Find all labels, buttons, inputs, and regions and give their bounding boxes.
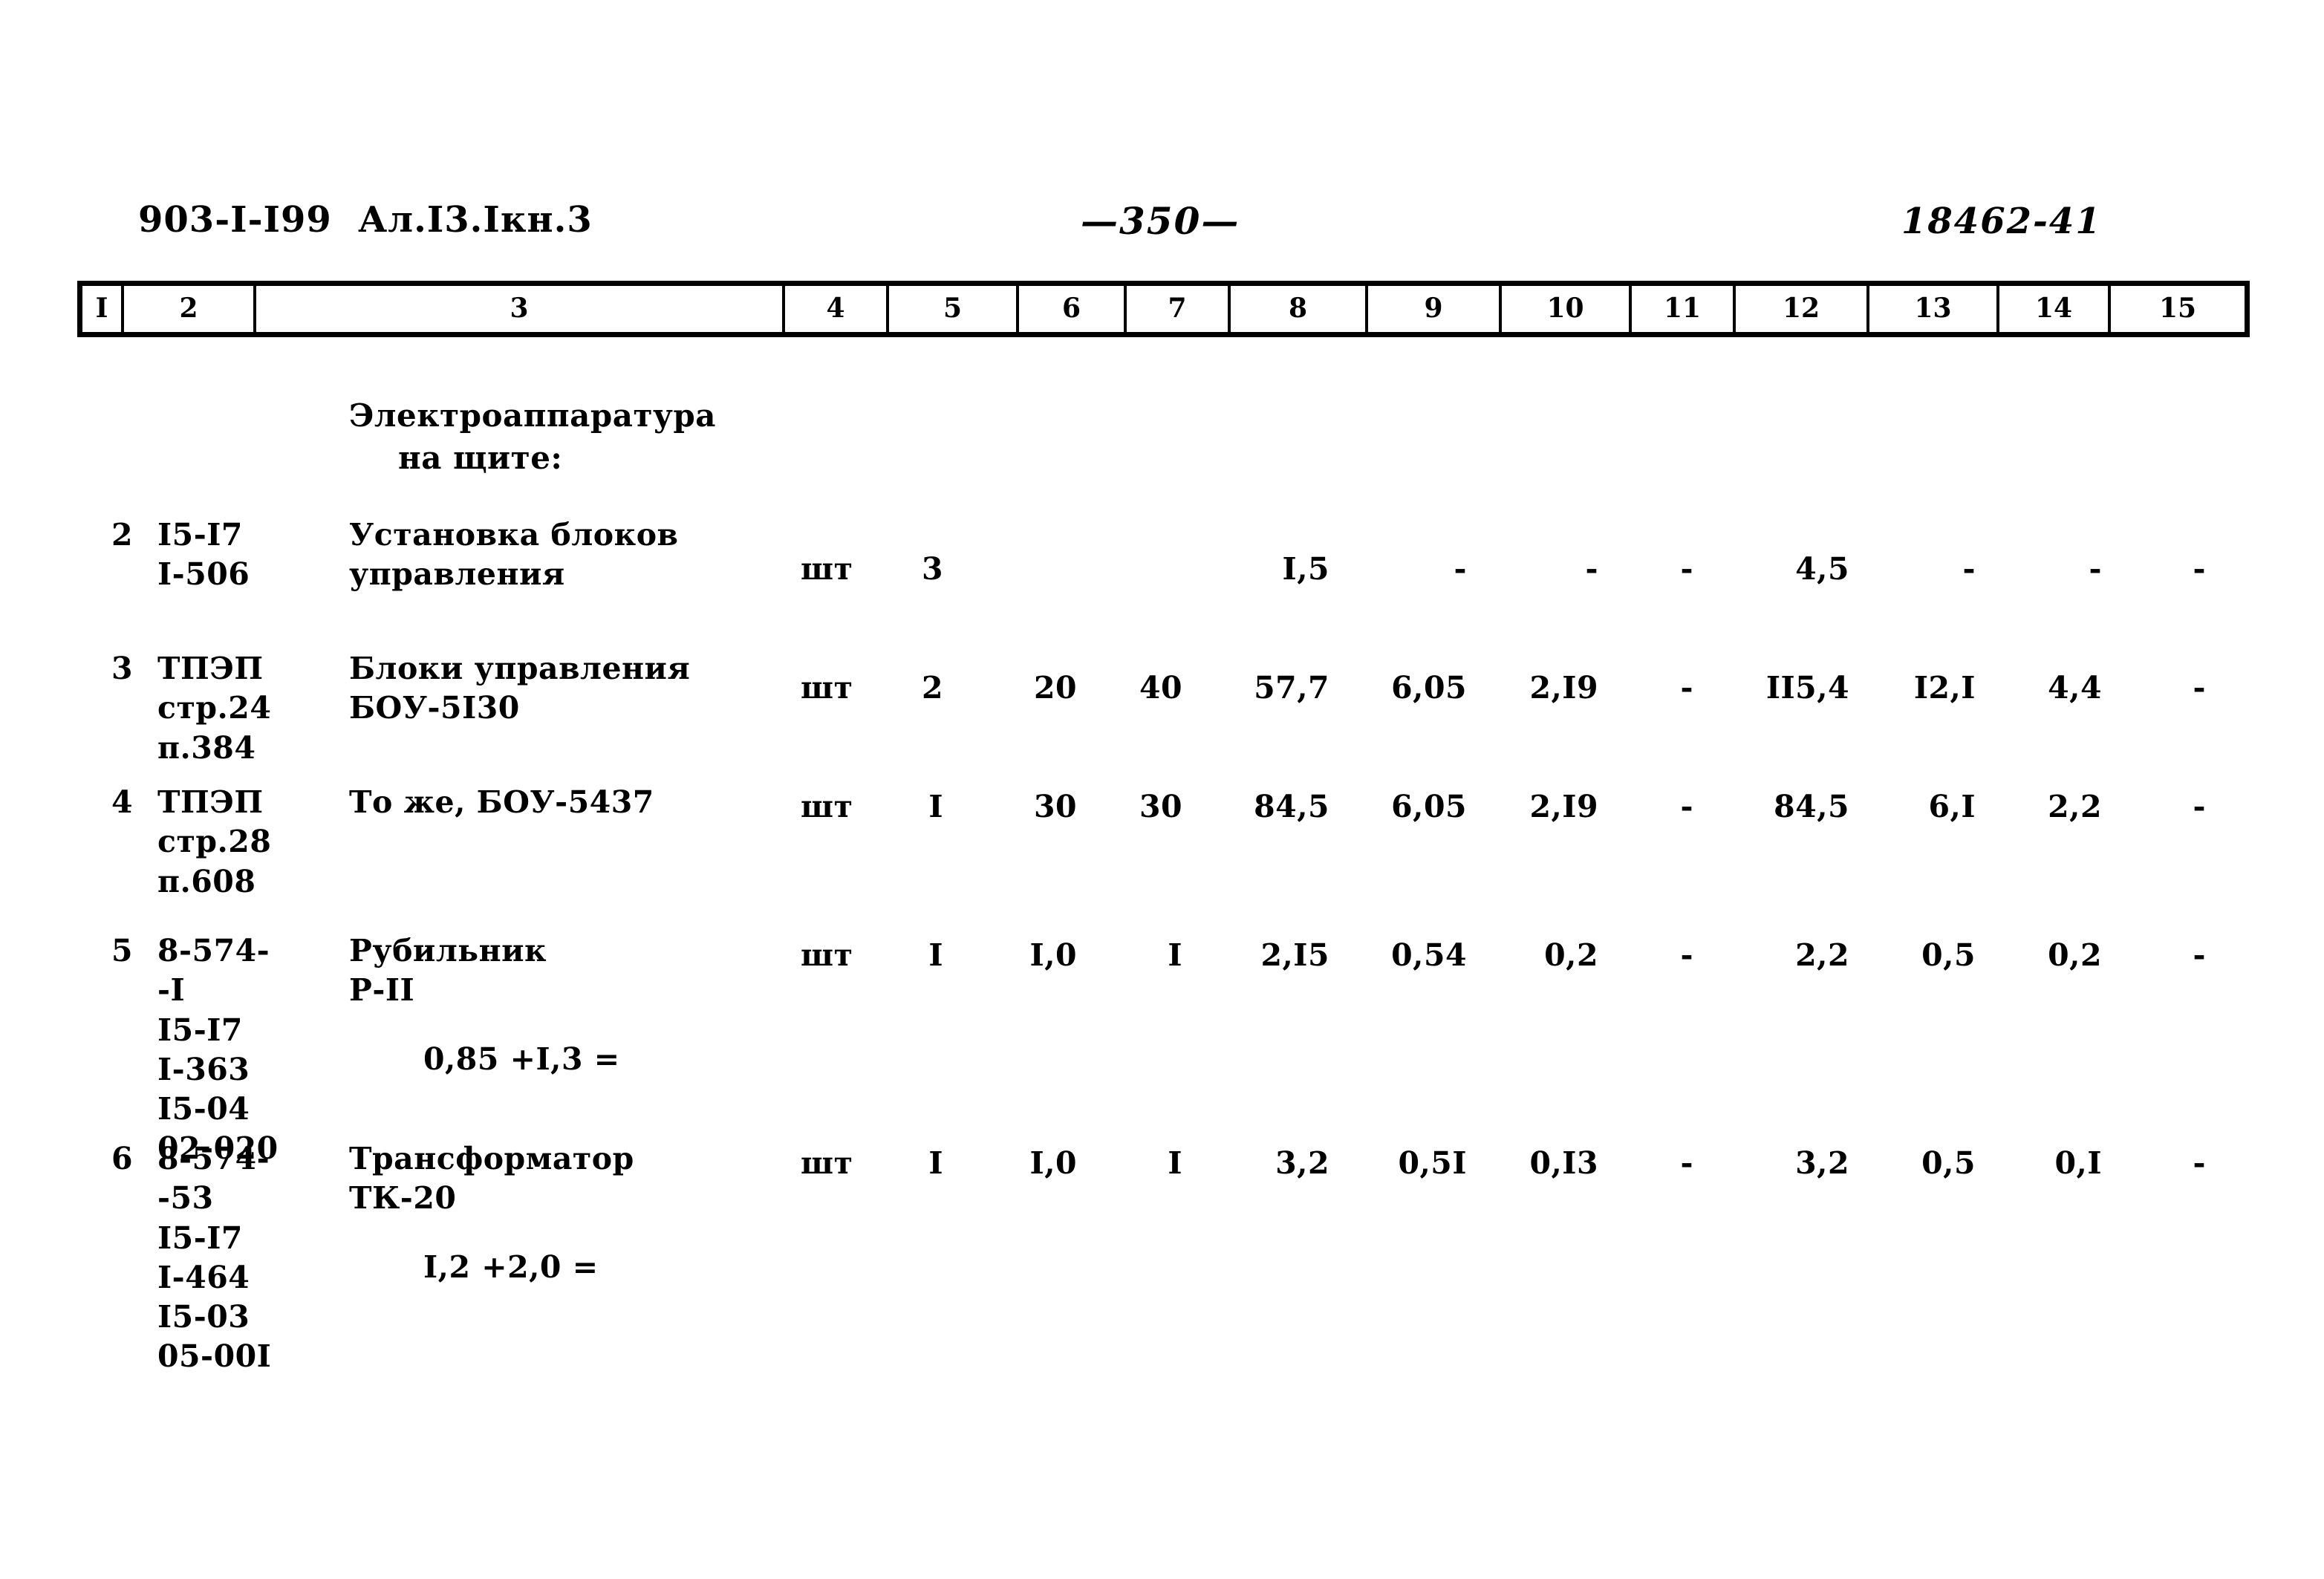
cell-c5: 2 [921, 670, 943, 706]
cell-c9: 6,05 [1391, 789, 1467, 824]
cell-c11: - [1680, 551, 1693, 587]
cell-c14: 0,I [2054, 1145, 2102, 1181]
cell-unit: шт [801, 670, 853, 706]
cell-c13: - [1962, 551, 1976, 587]
cell-code: 8-574- -53 I5-I7 I-464 I5-03 05-00I [157, 1141, 272, 1375]
archive-stamp-number: 18462-41 [1901, 201, 2102, 242]
document-code: 903-I-I99 Ал.I3.Iкн.3 [138, 199, 593, 241]
cell-c13: 6,I [1928, 789, 1976, 824]
cell-c7: 30 [1139, 789, 1182, 824]
cell-num: 5 [111, 933, 134, 968]
cell-name: То же, БОУ-5437 [349, 784, 654, 820]
cell-name: Трансформатор ТК-20 [349, 1141, 634, 1217]
document-header: 903-I-I99 Ал.I3.Iкн.3 —350— 18462-41 [0, 199, 2324, 251]
column-header-10: 10 [1502, 286, 1632, 332]
cell-name: Установка блоков управления [349, 517, 679, 593]
cell-c13: I2,I [1913, 670, 1976, 706]
cell-c9: 0,54 [1391, 937, 1467, 973]
column-header-1: I [82, 286, 124, 332]
cell-c5: 3 [921, 551, 943, 587]
column-header-5: 5 [889, 286, 1019, 332]
cell-c6: I,0 [1029, 1145, 1077, 1181]
cell-c6: I,0 [1029, 937, 1077, 973]
column-header-3: 3 [256, 286, 785, 332]
column-header-15: 15 [2158, 293, 2197, 324]
cell-c12: 84,5 [1774, 789, 1849, 824]
column-header-7: 7 [1127, 286, 1231, 332]
column-header-11: 11 [1632, 286, 1736, 332]
cell-c9: - [1454, 551, 1467, 587]
column-header-8: 8 [1231, 286, 1368, 332]
cell-c15: - [2193, 789, 2206, 824]
cell-unit: шт [801, 551, 853, 587]
cell-code: ТПЭП стр.28 п.608 [157, 784, 272, 899]
column-header-2: 2 [124, 286, 256, 332]
cell-unit: шт [801, 937, 853, 973]
cell-c5: I [928, 937, 943, 973]
cell-unit: шт [801, 1145, 853, 1181]
cell-code: I5-I7 I-506 [157, 517, 250, 593]
document-page: 903-I-I99 Ал.I3.Iкн.3 —350— 18462-41 I23… [0, 0, 2324, 1579]
section-heading: Электроаппаратура на щите: [349, 395, 716, 479]
cell-c7: I [1168, 937, 1182, 973]
cell-c6: 20 [1033, 670, 1077, 706]
cell-name: Блоки управления БОУ-5I30 [349, 651, 691, 726]
column-header-13: 13 [1869, 286, 1999, 332]
cell-c6: 30 [1033, 789, 1077, 824]
cell-c14: - [2089, 551, 2102, 587]
cell-c8: 57,7 [1254, 670, 1329, 706]
cell-c10: 0,2 [1544, 937, 1598, 973]
cell-c10: 2,I9 [1529, 789, 1598, 824]
cell-num: 4 [111, 784, 134, 820]
cell-c7: 40 [1139, 670, 1182, 706]
cell-c12: 4,5 [1795, 551, 1849, 587]
cell-c8: 2,I5 [1260, 937, 1329, 973]
cell-c14: 2,2 [2048, 789, 2102, 824]
cell-num: 3 [111, 651, 134, 686]
cell-c8: I,5 [1282, 551, 1329, 587]
cell-c13: 0,5 [1921, 937, 1976, 973]
cell-c14: 4,4 [2048, 670, 2102, 706]
section-heading-line2: на щите: [398, 439, 563, 476]
cell-note: 0,85 +I,3 = [423, 1041, 620, 1077]
cell-num: 6 [111, 1141, 134, 1176]
column-header-9: 9 [1368, 286, 1502, 332]
column-header-6: 6 [1019, 286, 1127, 332]
cell-c15: - [2193, 551, 2206, 587]
cell-c7: I [1168, 1145, 1182, 1181]
cell-c10: - [1585, 551, 1598, 587]
cell-c5: I [928, 1145, 943, 1181]
cell-c9: 0,5I [1398, 1145, 1467, 1181]
cell-code: 8-574- -I I5-I7 I-363 I5-04 02-020 [157, 933, 279, 1167]
cell-c12: 2,2 [1795, 937, 1849, 973]
table-column-header-row: I 2 3 4 5 6 7 8 9 10 11 12 13 14 15 [77, 281, 2250, 337]
cell-c9: 6,05 [1391, 670, 1467, 706]
cell-c15: - [2193, 937, 2206, 973]
cell-name: Рубильник Р-II [349, 933, 547, 1009]
page-number: —350— [1081, 199, 1240, 243]
cell-c5: I [928, 789, 943, 824]
cell-c8: 3,2 [1275, 1145, 1329, 1181]
cell-unit: шт [801, 789, 853, 824]
cell-c14: 0,2 [2048, 937, 2102, 973]
column-header-14: 14 [1999, 286, 2111, 332]
cell-note: I,2 +2,0 = [423, 1249, 599, 1285]
cell-c11: - [1680, 789, 1693, 824]
cell-c15: - [2193, 670, 2206, 706]
column-header-4: 4 [785, 286, 889, 332]
cell-c11: - [1680, 1145, 1693, 1181]
cell-c10: 2,I9 [1529, 670, 1598, 706]
section-heading-line1: Электроаппаратура [349, 397, 716, 434]
cell-c12: 3,2 [1795, 1145, 1849, 1181]
cell-code: ТПЭП стр.24 п.384 [157, 651, 272, 766]
cell-c13: 0,5 [1921, 1145, 1976, 1181]
cell-c11: - [1680, 937, 1693, 973]
cell-num: 2 [111, 517, 134, 553]
cell-c11: - [1680, 670, 1693, 706]
column-header-12: 12 [1736, 286, 1869, 332]
cell-c15: - [2193, 1145, 2206, 1181]
cell-c8: 84,5 [1254, 789, 1329, 824]
cell-c12: II5,4 [1765, 670, 1849, 706]
cell-c10: 0,I3 [1529, 1145, 1598, 1181]
